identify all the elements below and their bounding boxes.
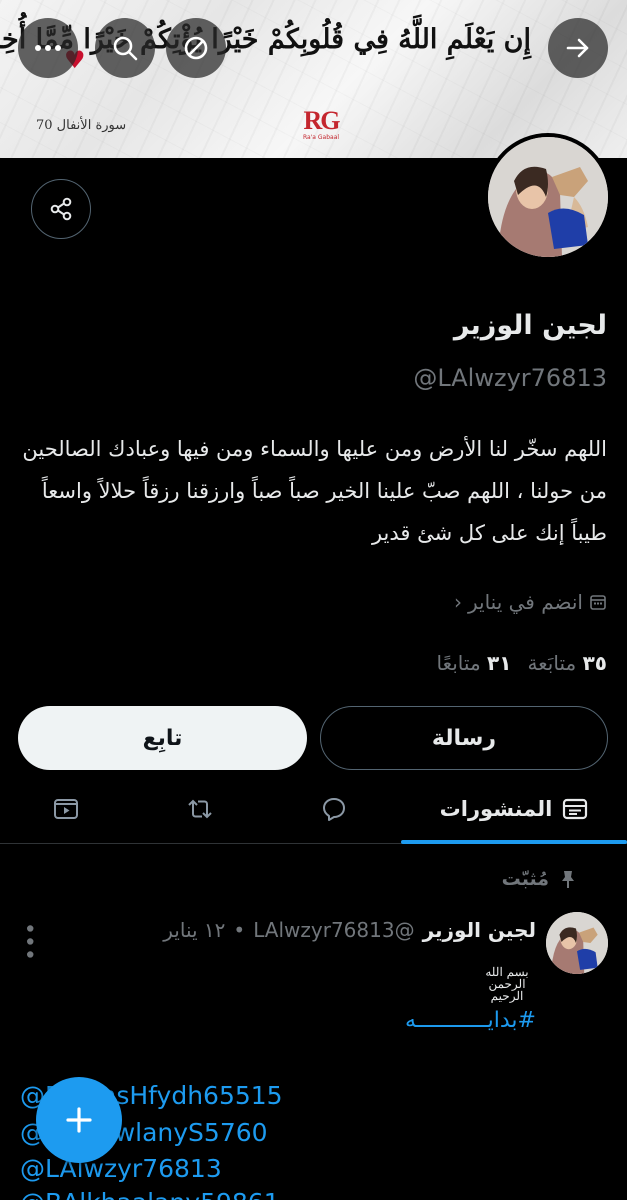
post-author-name[interactable]: لجين الوزير [423,918,536,942]
tab-posts-label: المنشورات [439,797,553,821]
following-count: ٣٥ [582,651,607,675]
pinned-indicator: مُثبّت [502,868,577,890]
follow-button[interactable]: تابِع [18,706,307,770]
joined-date[interactable]: انضم في يناير ‹ [454,590,607,614]
block-button[interactable] [166,18,226,78]
share-icon [50,197,72,221]
share-button[interactable] [31,179,91,239]
post-header: لجين الوزير @LAlwzyr76813 • ١٢ يناير [163,918,536,942]
profile-stats: ٣٥ متابَعة ٣١ متابعًا [437,651,608,675]
profile-avatar[interactable] [484,133,612,261]
tab-media[interactable] [36,776,96,842]
tab-active-indicator [401,840,627,844]
profile-tabs: المنشورات [0,776,627,844]
media-icon [54,799,78,819]
block-icon [184,36,208,60]
tab-reposts[interactable] [170,776,230,842]
followers-count: ٣١ [487,651,512,675]
posts-icon [563,798,588,820]
followers-link[interactable]: ٣١ متابعًا [437,651,512,675]
tab-posts[interactable]: المنشورات [401,776,627,844]
tab-replies[interactable] [304,776,364,842]
banner-logo: RG Ra'a Gabaal [302,106,341,142]
reply-icon [323,798,345,821]
post-mention[interactable]: @LAlwzyr76813 [20,1154,222,1183]
search-button[interactable] [95,18,155,78]
post-more-icon[interactable]: ••• [16,922,41,961]
more-options-button[interactable] [18,18,78,78]
calendar-icon [590,595,606,610]
post-avatar[interactable] [546,912,608,974]
chevron-left-icon: ‹ [453,590,462,614]
banner-surah: سورة الأنفال 70 [36,118,127,133]
more-icon [35,45,61,51]
post-hashtag[interactable]: #بدايـــــــــــه [405,1008,536,1033]
search-icon [113,36,138,61]
joined-label: انضم في يناير [467,590,583,614]
profile-name: لجين الوزير [453,310,607,341]
following-label: متابَعة [527,651,577,675]
post-bismillah: بسم الله الرحمن الرحيم [485,965,529,1003]
following-link[interactable]: ٣٥ متابَعة [527,651,607,675]
repost-icon [188,799,212,819]
profile-handle: @LAlwzyr76813 [413,364,607,392]
message-button[interactable]: رسالة [320,706,608,770]
profile-bio: اللهم سخّر لنا الأرض ومن عليها والسماء و… [22,437,607,545]
post-separator: • [233,918,246,942]
pinned-label: مُثبّت [501,868,549,890]
post-mention[interactable]: @BAlkhaalany59861 [20,1188,280,1200]
pin-icon [562,871,574,888]
post-date[interactable]: ١٢ يناير [163,918,225,942]
post-author-handle[interactable]: @LAlwzyr76813 [253,918,414,942]
plus-icon [66,1107,92,1133]
arrow-right-icon [566,38,589,58]
compose-button[interactable] [36,1077,122,1163]
back-button[interactable] [548,18,608,78]
banner-verse: إِن يَعْلَمِ اللَّهُ فِي قُلُوبِكُمْ خَي… [0,24,531,55]
followers-label: متابعًا [436,651,481,675]
